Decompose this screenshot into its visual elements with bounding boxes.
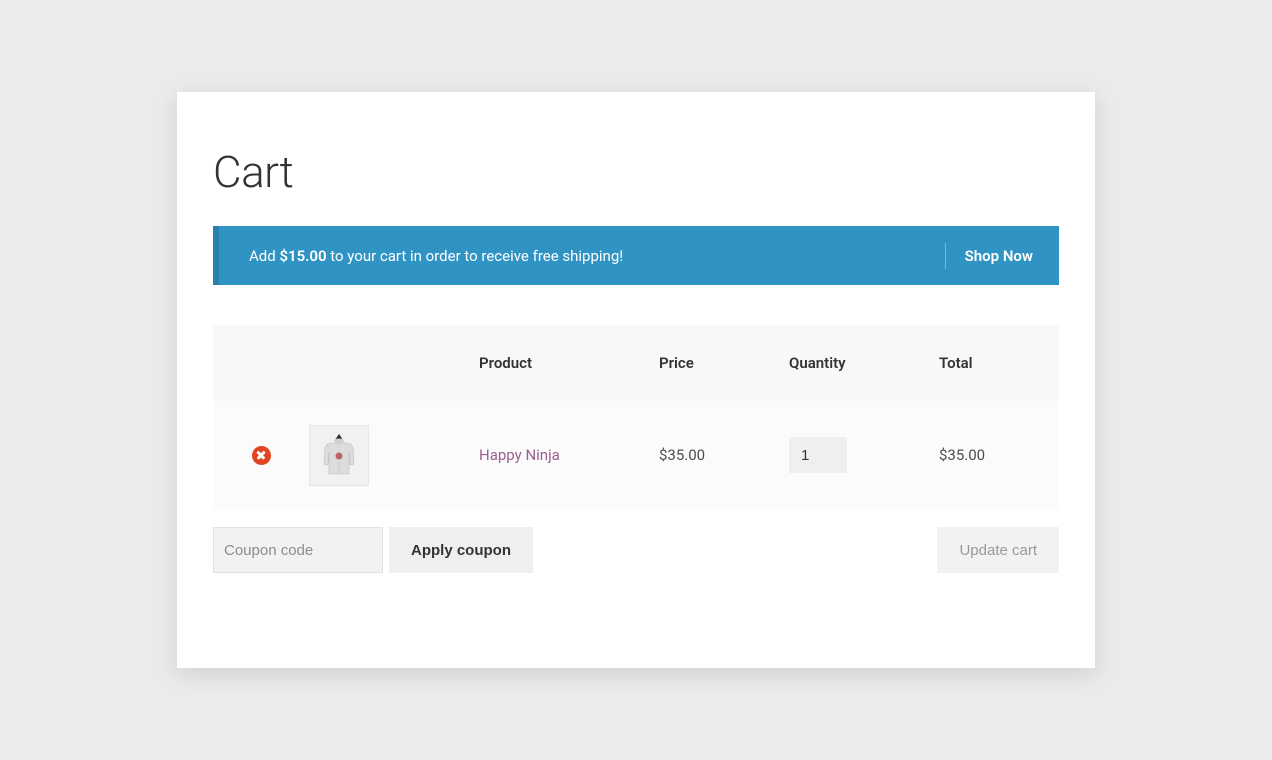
cart-card: Cart Add $15.00 to your cart in order to… [177, 92, 1095, 668]
remove-cell [213, 446, 309, 465]
header-quantity: Quantity [789, 354, 939, 372]
header-total: Total [939, 354, 1059, 372]
product-price: $35.00 [659, 446, 789, 464]
shop-now-link[interactable]: Shop Now [945, 247, 1033, 265]
cart-table-header: Product Price Quantity Total [213, 325, 1059, 401]
product-total: $35.00 [939, 446, 1059, 464]
thumbnail-cell [309, 425, 479, 486]
banner-amount: $15.00 [279, 247, 326, 265]
update-cart-button[interactable]: Update cart [937, 527, 1059, 573]
free-shipping-banner: Add $15.00 to your cart in order to rece… [213, 226, 1059, 285]
banner-text-pre: Add [249, 247, 279, 265]
remove-item-button[interactable] [252, 446, 271, 465]
hoodie-icon [317, 430, 361, 480]
cart-table-row: Happy Ninja $35.00 $35.00 [213, 401, 1059, 509]
product-thumbnail[interactable] [309, 425, 369, 486]
header-product: Product [479, 354, 659, 372]
header-price: Price [659, 354, 789, 372]
cart-table: Product Price Quantity Total [213, 325, 1059, 509]
page-title: Cart [213, 146, 1059, 198]
apply-coupon-button[interactable]: Apply coupon [389, 527, 533, 573]
quantity-cell [789, 437, 939, 473]
quantity-input[interactable] [789, 437, 847, 473]
banner-text-post: to your cart in order to receive free sh… [327, 247, 624, 265]
cart-actions: Apply coupon Update cart [213, 527, 1059, 573]
coupon-input[interactable] [213, 527, 383, 573]
product-name-link[interactable]: Happy Ninja [479, 446, 659, 464]
banner-text: Add $15.00 to your cart in order to rece… [249, 247, 623, 265]
coupon-group: Apply coupon [213, 527, 533, 573]
